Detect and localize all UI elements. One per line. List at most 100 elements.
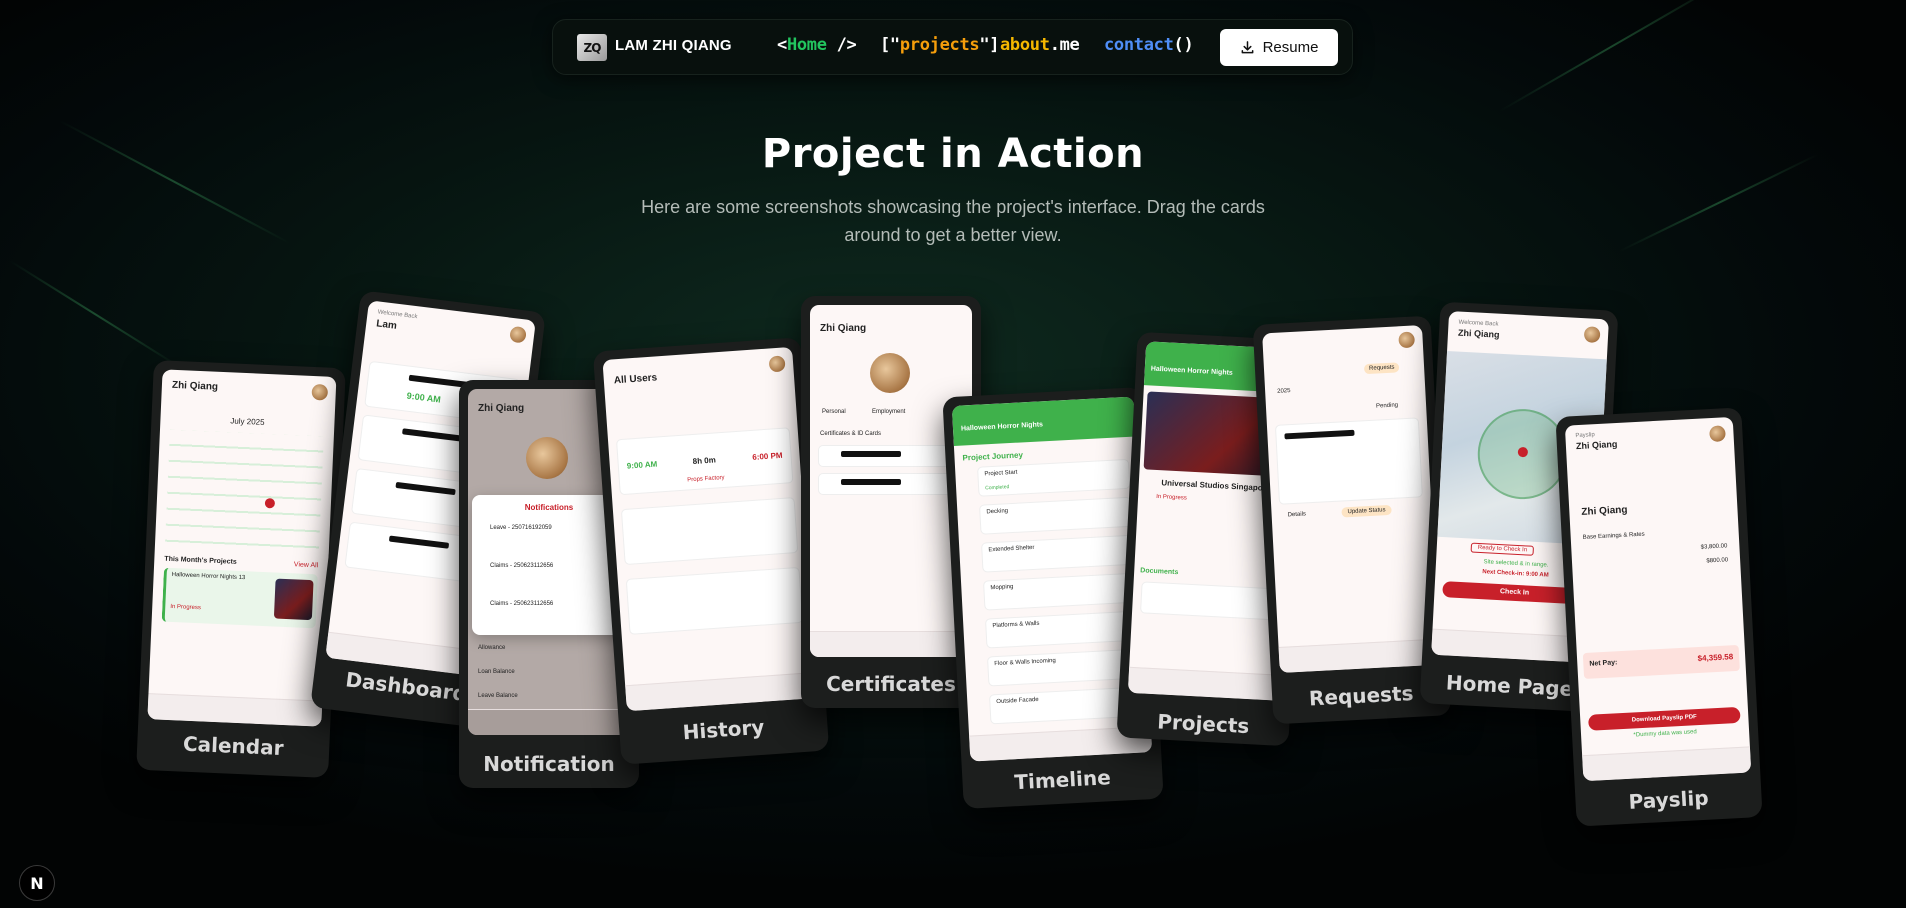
tab-personal[interactable]: Personal [822,409,846,415]
bottom-tab-bar[interactable] [1278,638,1440,673]
history-title: All Users [613,372,658,387]
notification-item[interactable]: Claims - 250623112656 [490,601,553,607]
card-calendar[interactable]: Zhi Qiang July 2025 This Month's Project… [136,360,346,778]
nav-contact-word: contact [1104,35,1174,55]
certificate-file[interactable] [818,445,964,467]
document-item[interactable] [1140,581,1280,621]
history-entry[interactable]: 9:00 AM 8h 0m 6:00 PM Props Factory [615,427,794,496]
card-label: Payslip [1628,785,1710,814]
timeline-step[interactable]: Decking [979,496,1133,535]
timeline-step[interactable]: Mopping [982,572,1137,611]
nav-about-word: about [1000,35,1050,55]
timeline-step[interactable]: Project Start Completed [977,458,1131,497]
project-thumbnail [273,578,314,621]
avatar[interactable] [768,355,786,373]
calendar-grid[interactable] [164,429,324,557]
page-title: Project in Action [761,131,1145,177]
resume-button[interactable]: Resume [1220,29,1338,66]
step-status: Completed [985,484,1010,492]
project-item[interactable]: Halloween Horror Nights 13 In Progress [161,567,318,629]
bottom-tab-bar[interactable] [1127,666,1283,701]
update-status-button[interactable]: Update Status [1341,504,1392,518]
card-label: Notification [483,752,615,776]
notifications-modal[interactable]: Notifications × Leave - 250716192059 Cla… [472,495,626,635]
nav-contact-suffix: () [1173,35,1194,55]
download-icon [1241,41,1253,54]
avatar[interactable] [1709,425,1726,443]
card-history[interactable]: All Users 9:00 AM 8h 0m 6:00 PM Props Fa… [592,337,830,765]
logo-icon[interactable]: ZQ [577,34,607,61]
nav-about-suffix: .me [1049,35,1080,55]
projects-banner: Halloween Horror Nights [1150,365,1233,377]
avatar[interactable] [1398,331,1416,349]
time-out: 6:00 PM [752,450,783,462]
payslip-screen: Payslip Zhi Qiang Zhi Qiang Base Earning… [1564,416,1752,782]
allowance-row: Allowance [478,645,506,651]
nav-home-suffix: /> [826,35,857,55]
bottom-tab-bar[interactable] [625,672,817,712]
timeline-section: Project Journey [962,450,1024,463]
nav-link-about[interactable]: about.me [1000,35,1080,55]
bottom-tab-bar[interactable] [1582,746,1752,782]
notification-item[interactable]: Claims - 250623112656 [490,563,553,569]
card-label: Calendar [182,731,285,761]
site-name: Props Factory [687,474,725,484]
profile-photo [526,437,568,479]
calendar-section-title: This Month's Projects [164,555,237,566]
bottom-tab-bar[interactable] [147,693,323,727]
timeline-banner: Halloween Horror Nights [960,421,1044,433]
card-payslip[interactable]: Payslip Zhi Qiang Zhi Qiang Base Earning… [1555,407,1763,827]
request-status: Pending [1375,402,1399,410]
details-button[interactable]: Details [1288,511,1307,518]
timeline-step[interactable]: Extended Shelter [981,534,1135,573]
tab-requests[interactable]: Requests [1363,362,1400,375]
duration: 8h 0m [692,455,717,467]
timeline-step[interactable]: Platforms & Walls [984,610,1139,649]
card-label: Certificates [826,672,956,696]
nav-link-home[interactable]: <Home /> [777,35,857,55]
step-name: Mopping [990,584,1014,592]
nav-projects-suffix: "] [979,35,1000,55]
nextjs-badge[interactable]: N [19,865,55,901]
card-label: Timeline [1013,765,1112,795]
notification-item[interactable]: Leave - 250716192059 [490,525,552,531]
net-pay-label: Net Pay: [1589,659,1618,668]
bottom-tab-bar[interactable] [468,709,630,735]
request-item[interactable] [1274,417,1423,505]
step-name: Extended Shelter [988,544,1035,554]
payslip-header-name: Zhi Qiang [1575,438,1618,452]
home-greeting: Welcome Back [1458,319,1499,328]
project-name: Halloween Horror Nights 13 [171,571,246,582]
history-entry[interactable] [625,566,804,635]
avatar[interactable] [509,325,527,344]
notification-user-name: Zhi Qiang [478,403,525,414]
certificate-file[interactable] [818,473,964,495]
nav-link-contact[interactable]: contact() [1104,35,1194,55]
avatar[interactable] [311,383,329,401]
avatar[interactable] [1583,326,1601,343]
tab-employment[interactable]: Employment [872,409,905,415]
timeline-step[interactable]: Floor & Walls Incoming [986,648,1141,687]
history-entry[interactable] [620,497,799,566]
loan-balance-row: Loan Balance [478,669,515,675]
nav-link-projects[interactable]: ["projects"] [880,35,1000,55]
top-navbar: ZQ LAM ZHI QIANG <Home /> ["projects"] a… [552,19,1353,75]
documents-section: Documents [1140,567,1179,577]
page-subtitle: Here are some screenshots showcasing the… [641,197,1265,245]
ready-status: Ready to Check In [1470,542,1535,556]
brand-name[interactable]: LAM ZHI QIANG [615,37,732,54]
calendar-user-name: Zhi Qiang [171,379,219,393]
history-screen: All Users 9:00 AM 8h 0m 6:00 PM Props Fa… [602,346,817,712]
resume-label: Resume [1262,39,1319,56]
step-name: Decking [986,508,1009,516]
bottom-tab-bar[interactable] [810,631,972,657]
profile-photo [870,353,910,393]
payslip-title: Payslip [1575,432,1595,440]
leave-balance-row: Leave Balance [478,693,518,699]
step-name: Platforms & Walls [992,620,1040,630]
view-all-link[interactable]: View All [294,561,319,569]
dashboard-user-name: Lam [375,318,398,332]
year-select[interactable]: 2025 [1277,388,1291,395]
shift-time: 9:00 AM [406,390,442,405]
calendar-screen: Zhi Qiang July 2025 This Month's Project… [147,369,337,727]
